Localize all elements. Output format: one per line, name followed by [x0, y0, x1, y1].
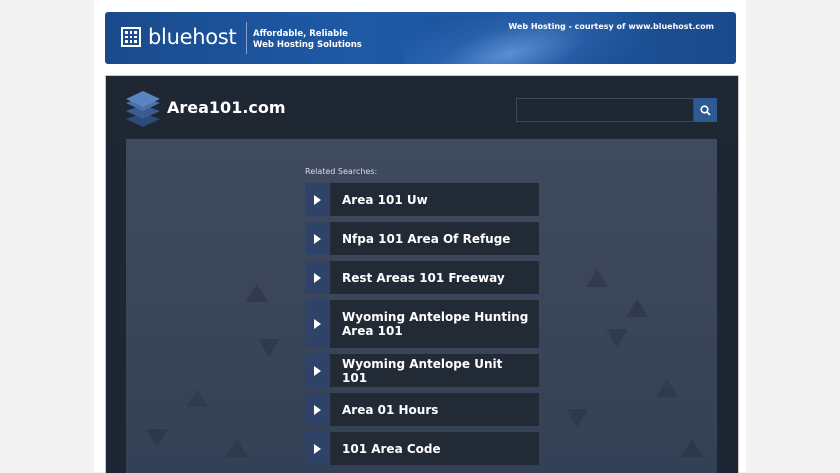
- related-searches-title: Related Searches:: [305, 167, 378, 176]
- grid-logo-icon: [121, 27, 141, 47]
- play-arrow-icon: [305, 393, 330, 426]
- related-search-label[interactable]: Nfpa 101 Area Of Refuge: [330, 222, 520, 255]
- search-input[interactable]: [516, 98, 694, 122]
- play-arrow-icon: [305, 222, 330, 255]
- play-arrow-icon: [305, 261, 330, 294]
- related-search-link[interactable]: Nfpa 101 Area Of Refuge: [305, 222, 539, 255]
- bg-triangle: [186, 389, 208, 407]
- related-search-label[interactable]: Area 101 Uw: [330, 183, 438, 216]
- play-arrow-icon: [305, 354, 330, 387]
- bg-triangle: [606, 329, 628, 347]
- banner-tagline-line2: Web Hosting Solutions: [253, 40, 362, 50]
- bg-triangle: [566, 409, 588, 427]
- stacked-layers-icon: [126, 91, 160, 127]
- banner-tagline: Affordable, Reliable Web Hosting Solutio…: [253, 29, 403, 51]
- site-header: Area101.com: [106, 76, 738, 139]
- site-name[interactable]: Area101.com: [167, 98, 286, 117]
- bg-triangle: [246, 284, 268, 302]
- play-arrow-icon: [305, 300, 330, 348]
- banner-tagline-line1: Affordable, Reliable: [253, 29, 348, 39]
- banner-courtesy-text[interactable]: Web Hosting - courtesy of www.bluehost.c…: [508, 22, 714, 31]
- play-arrow-icon: [305, 183, 330, 216]
- related-search-link[interactable]: Area 101 Uw: [305, 183, 539, 216]
- related-search-link[interactable]: Wyoming Antelope Unit 101: [305, 354, 539, 387]
- related-search-label[interactable]: Area 01 Hours: [330, 393, 448, 426]
- content-area: Related Searches: Area 101 Uw Nfpa 101 A…: [126, 139, 717, 473]
- bg-triangle: [626, 299, 648, 317]
- related-search-label[interactable]: 101 Area Code: [330, 432, 451, 465]
- bluehost-ad-banner[interactable]: bluehost Affordable, Reliable Web Hostin…: [105, 12, 736, 64]
- related-search-link[interactable]: Area 01 Hours: [305, 393, 539, 426]
- related-search-label[interactable]: Wyoming Antelope Unit 101: [330, 354, 539, 387]
- related-searches-list: Area 101 Uw Nfpa 101 Area Of Refuge Rest…: [305, 183, 539, 471]
- related-search-link[interactable]: Rest Areas 101 Freeway: [305, 261, 539, 294]
- bg-triangle: [681, 439, 703, 457]
- bluehost-logo: bluehost: [121, 25, 237, 49]
- related-search-label[interactable]: Rest Areas 101 Freeway: [330, 261, 515, 294]
- search-button[interactable]: [694, 98, 717, 122]
- banner-divider: [246, 22, 247, 54]
- bg-triangle: [146, 429, 168, 447]
- bluehost-wordmark: bluehost: [148, 25, 237, 49]
- search-icon: [700, 104, 711, 116]
- bg-triangle: [586, 269, 608, 287]
- bg-triangle: [226, 439, 248, 457]
- bg-triangle: [656, 379, 678, 397]
- parked-page-frame: Area101.com Related Searches: Area 101 U…: [105, 75, 739, 473]
- banner-light-swoosh: [395, 12, 675, 64]
- bg-triangle: [258, 339, 280, 357]
- related-search-label[interactable]: Wyoming Antelope Hunting Area 101: [330, 300, 539, 348]
- related-search-link[interactable]: Wyoming Antelope Hunting Area 101: [305, 300, 539, 348]
- related-search-link[interactable]: 101 Area Code: [305, 432, 539, 465]
- play-arrow-icon: [305, 432, 330, 465]
